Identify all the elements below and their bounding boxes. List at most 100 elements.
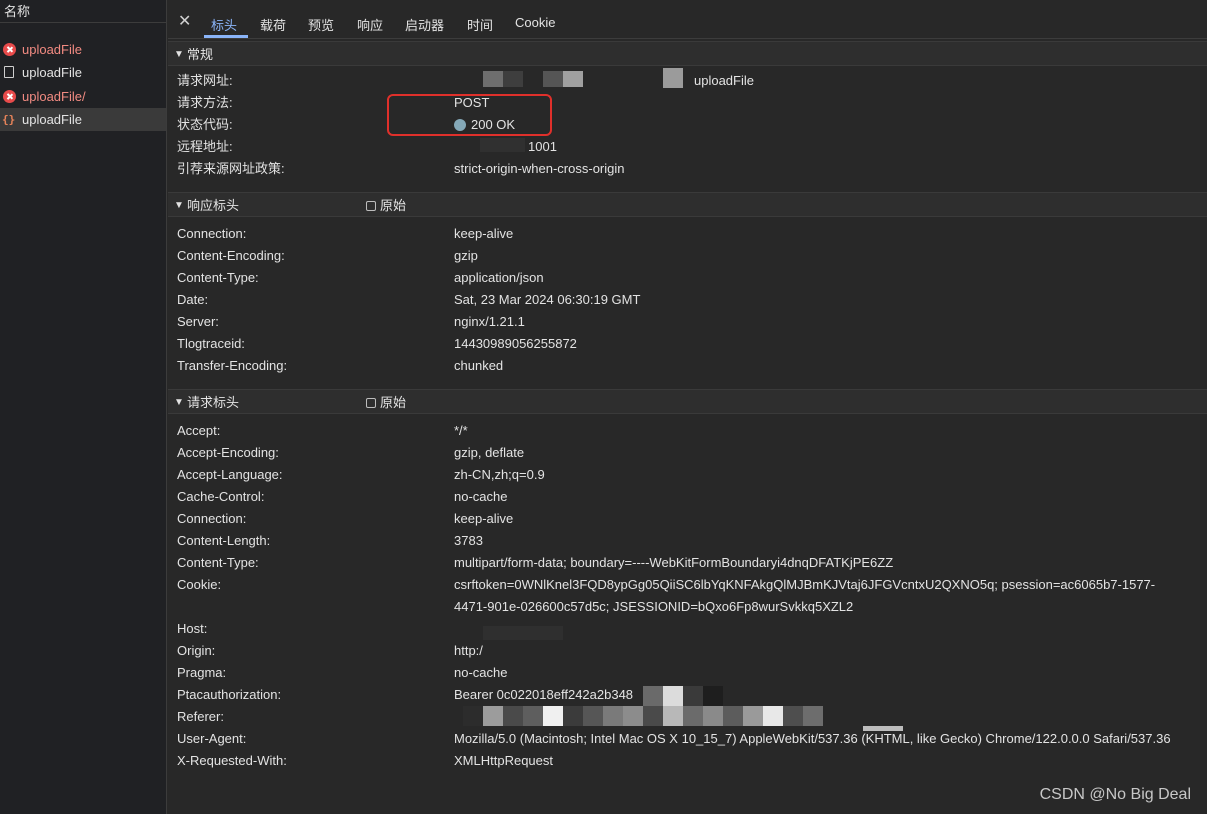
row-value: Mozilla/5.0 (Macintosh; Intel Mac OS X 1… bbox=[454, 731, 1171, 746]
row-key: Transfer-Encoding: bbox=[177, 358, 288, 373]
row-key: Accept-Language: bbox=[177, 467, 283, 482]
response-header-row: Server: nginx/1.21.1 bbox=[168, 311, 1207, 333]
row-key: 引荐来源网址政策: bbox=[177, 161, 285, 176]
redaction-mosaic bbox=[703, 686, 723, 706]
redaction-mosaic bbox=[603, 706, 623, 726]
row-key: Cookie: bbox=[177, 577, 222, 592]
tab-preview[interactable]: 预览 bbox=[308, 15, 334, 34]
request-headers-section-header[interactable]: ▼ 请求标头 原始 bbox=[168, 389, 1207, 414]
tab-initiator[interactable]: 启动器 bbox=[405, 15, 444, 34]
redaction-mosaic bbox=[683, 706, 703, 726]
redaction-mosaic bbox=[543, 706, 563, 726]
redaction-mosaic bbox=[703, 706, 723, 726]
raw-toggle[interactable]: 原始 bbox=[366, 193, 406, 218]
tab-timing[interactable]: 时间 bbox=[467, 15, 493, 34]
redaction-mosaic bbox=[483, 71, 503, 87]
request-name: uploadFile bbox=[22, 42, 82, 57]
row-key: Tlogtraceid: bbox=[177, 336, 245, 351]
row-value: no-cache bbox=[454, 489, 508, 504]
response-headers-section-header[interactable]: ▼ 响应标头 原始 bbox=[168, 192, 1207, 217]
redaction-mosaic bbox=[663, 68, 683, 88]
redaction-mosaic bbox=[483, 706, 503, 726]
row-key: Content-Encoding: bbox=[177, 248, 285, 263]
general-row: 状态代码: 200 OK bbox=[168, 114, 1207, 136]
row-key: Accept: bbox=[177, 423, 221, 438]
collapse-triangle-icon: ▼ bbox=[174, 49, 184, 60]
row-value: XMLHttpRequest bbox=[454, 753, 553, 768]
redaction-mosaic bbox=[623, 706, 643, 726]
tab-response[interactable]: 响应 bbox=[357, 15, 383, 34]
collapse-triangle-icon: ▼ bbox=[174, 397, 184, 408]
request-item-selected[interactable]: {} uploadFile bbox=[0, 108, 166, 131]
error-icon bbox=[3, 90, 16, 103]
redaction-mosaic bbox=[663, 686, 683, 706]
request-header-row: Host: bbox=[168, 618, 1207, 640]
error-icon bbox=[3, 43, 16, 56]
row-key: Connection: bbox=[177, 226, 247, 241]
close-icon[interactable]: ✕ bbox=[178, 14, 191, 30]
request-list: 名称 uploadFile uploadFile uploadFile/ {} … bbox=[0, 0, 167, 814]
raw-toggle[interactable]: 原始 bbox=[366, 390, 406, 415]
row-key: 请求网址: bbox=[177, 73, 233, 88]
request-header-row: Accept-Encoding: gzip, deflate bbox=[168, 442, 1207, 464]
redaction-mosaic bbox=[480, 138, 525, 152]
redaction-mosaic bbox=[663, 706, 683, 726]
section-title: 请求标头 bbox=[187, 395, 240, 410]
redaction-mosaic bbox=[763, 706, 783, 726]
row-value: csrftoken=0WNlKnel3FQD8ypGg05QiiSC6lbYqK… bbox=[454, 577, 1156, 614]
request-item[interactable]: uploadFile/ bbox=[0, 85, 166, 108]
checkbox-icon[interactable] bbox=[366, 201, 376, 211]
request-header-row: Content-Type: multipart/form-data; bounda… bbox=[168, 552, 1207, 574]
row-value: gzip, deflate bbox=[454, 445, 525, 460]
response-header-row: Date: Sat, 23 Mar 2024 06:30:19 GMT bbox=[168, 289, 1207, 311]
row-key: Referer: bbox=[177, 709, 224, 724]
request-item[interactable]: uploadFile bbox=[0, 61, 166, 84]
row-key: Server: bbox=[177, 314, 219, 329]
redaction-mosaic bbox=[563, 706, 583, 726]
row-value: keep-alive bbox=[454, 226, 514, 241]
row-value: Bearer 0c022018eff242a2b348 bbox=[454, 687, 634, 702]
row-value: Sat, 23 Mar 2024 06:30:19 GMT bbox=[454, 292, 641, 307]
row-value: strict-origin-when-cross-origin bbox=[454, 161, 625, 176]
section-title: 常规 bbox=[187, 47, 214, 62]
request-name: uploadFile bbox=[22, 65, 82, 80]
row-value: zh-CN,zh;q=0.9 bbox=[454, 467, 545, 482]
row-value: keep-alive bbox=[454, 511, 514, 526]
response-header-row: Connection: keep-alive bbox=[168, 223, 1207, 245]
general-row: 远程地址: 1001 bbox=[168, 136, 1207, 158]
general-row: 引荐来源网址政策: strict-origin-when-cross-origi… bbox=[168, 158, 1207, 180]
row-value: uploadFile bbox=[694, 73, 754, 88]
redaction-mosaic bbox=[683, 686, 703, 706]
row-key: 请求方法: bbox=[177, 95, 233, 110]
tab-payload[interactable]: 载荷 bbox=[260, 15, 286, 34]
watermark-text: CSDN @No Big Deal bbox=[1039, 786, 1191, 803]
checkbox-icon[interactable] bbox=[366, 398, 376, 408]
response-header-row: Content-Type: application/json bbox=[168, 267, 1207, 289]
general-section-header[interactable]: ▼ 常规 bbox=[168, 41, 1207, 66]
tab-headers[interactable]: 标头 bbox=[211, 15, 237, 34]
redaction-mosaic bbox=[643, 706, 663, 726]
row-key: Cache-Control: bbox=[177, 489, 265, 504]
active-tab-indicator bbox=[204, 35, 248, 38]
request-header-row: Connection: keep-alive bbox=[168, 508, 1207, 530]
request-name: uploadFile/ bbox=[22, 89, 86, 104]
row-key: X-Requested-With: bbox=[177, 753, 287, 768]
row-key: Connection: bbox=[177, 511, 247, 526]
tab-cookie[interactable]: Cookie bbox=[515, 15, 555, 30]
row-value: 3783 bbox=[454, 533, 483, 548]
row-value: gzip bbox=[454, 248, 478, 263]
raw-label: 原始 bbox=[380, 198, 407, 213]
name-column-header[interactable]: 名称 bbox=[0, 0, 166, 23]
request-header-row: User-Agent: Mozilla/5.0 (Macintosh; Intel… bbox=[168, 728, 1207, 750]
row-value: 14430989056255872 bbox=[454, 336, 577, 351]
response-header-row: Transfer-Encoding: chunked bbox=[168, 355, 1207, 377]
detail-tab-bar: ✕ 标头 载荷 预览 响应 启动器 时间 Cookie bbox=[168, 8, 1207, 39]
general-row: 请求网址: uploadFile bbox=[168, 70, 1207, 92]
request-header-row: Origin: http:/ bbox=[168, 640, 1207, 662]
row-key: User-Agent: bbox=[177, 731, 247, 746]
row-key: Host: bbox=[177, 621, 208, 636]
row-value: 1001 bbox=[528, 139, 557, 154]
redaction-mosaic bbox=[503, 71, 523, 87]
request-item[interactable]: uploadFile bbox=[0, 38, 166, 61]
request-header-row: Accept: */* bbox=[168, 420, 1207, 442]
